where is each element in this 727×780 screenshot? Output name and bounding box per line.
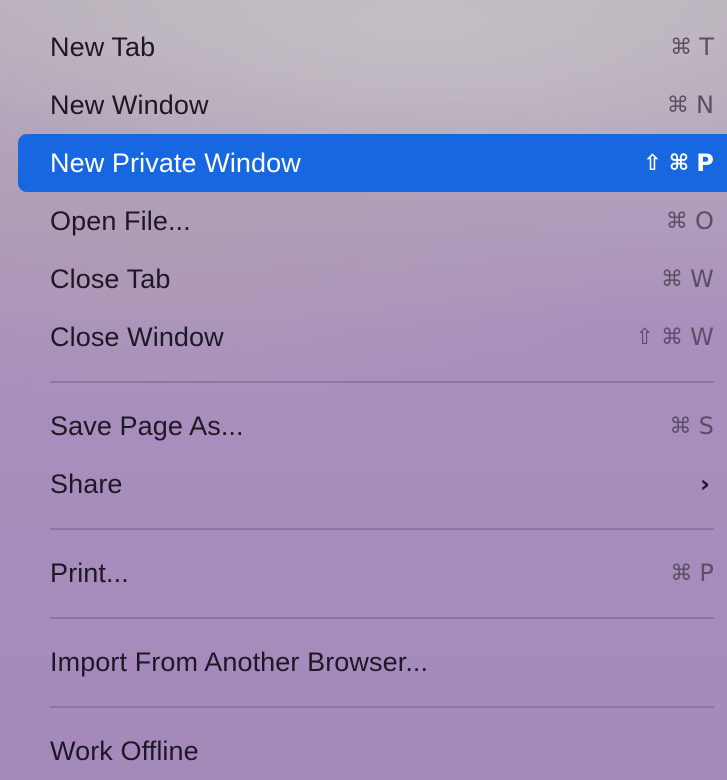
command-icon: ⌘ [670,34,693,60]
menu-separator [50,617,714,619]
menu-item-new-private-window[interactable]: New Private Window ⇧ ⌘ P [18,134,727,192]
menu-separator [50,706,714,708]
shortcut: ⌘ O [666,207,714,235]
menu-item-label: Close Tab [50,263,171,294]
shortcut-key: O [695,207,714,235]
shortcut-key: S [698,412,714,440]
menu-item-label: Print... [50,557,129,588]
shortcut: ⇧ ⌘ P [643,149,714,177]
shortcut-key: T [699,33,714,61]
command-icon: ⌘ [670,560,693,586]
shift-icon: ⇧ [643,150,662,176]
command-icon: ⌘ [669,413,692,439]
menu-item-print[interactable]: Print... ⌘ P [18,544,727,602]
menu-item-label: New Tab [50,31,156,62]
menu-item-label: Work Offline [50,735,199,766]
menu-item-new-window[interactable]: New Window ⌘ N [18,76,727,134]
shortcut-key: P [699,559,714,587]
menu-item-save-page-as[interactable]: Save Page As... ⌘ S [18,397,727,455]
command-icon: ⌘ [661,324,684,350]
shortcut: ⌘ W [661,265,714,293]
shortcut-key: W [690,265,714,293]
shortcut-key: P [696,149,714,177]
chevron-right-icon: › [700,470,710,498]
menu-item-import-from-another-browser[interactable]: Import From Another Browser... [18,633,727,691]
menu-item-label: Open File... [50,205,191,236]
menu-item-new-tab[interactable]: New Tab ⌘ T [18,18,727,76]
shortcut: ⌘ N [667,91,714,119]
shortcut: ⌘ S [670,412,714,440]
shortcut: ⌘ P [670,559,714,587]
menu-item-label: Close Window [50,321,224,352]
menu-item-label: Save Page As... [50,410,244,441]
shortcut: ⇧ ⌘ W [636,323,715,351]
menu-item-share[interactable]: Share › [18,455,727,513]
menu-item-label: New Private Window [50,147,301,178]
menu-item-close-window[interactable]: Close Window ⇧ ⌘ W [18,308,727,366]
menu-item-work-offline[interactable]: Work Offline [18,722,727,780]
shortcut: ⌘ T [670,33,714,61]
menu-item-label: Import From Another Browser... [50,646,429,677]
menu-separator [50,528,714,530]
command-icon: ⌘ [665,208,688,234]
command-icon: ⌘ [666,92,689,118]
menu-item-open-file[interactable]: Open File... ⌘ O [18,192,727,250]
shortcut-key: N [695,91,714,119]
menu-item-label: New Window [50,89,209,120]
command-icon: ⌘ [668,150,690,176]
menu-item-label: Share [50,468,123,499]
menu-separator [50,381,714,383]
menu-item-close-tab[interactable]: Close Tab ⌘ W [18,250,727,308]
shortcut-key: W [690,323,714,351]
file-menu: New Tab ⌘ T New Window ⌘ N New Private W… [18,16,727,778]
command-icon: ⌘ [661,266,684,292]
shift-icon: ⇧ [635,324,655,350]
